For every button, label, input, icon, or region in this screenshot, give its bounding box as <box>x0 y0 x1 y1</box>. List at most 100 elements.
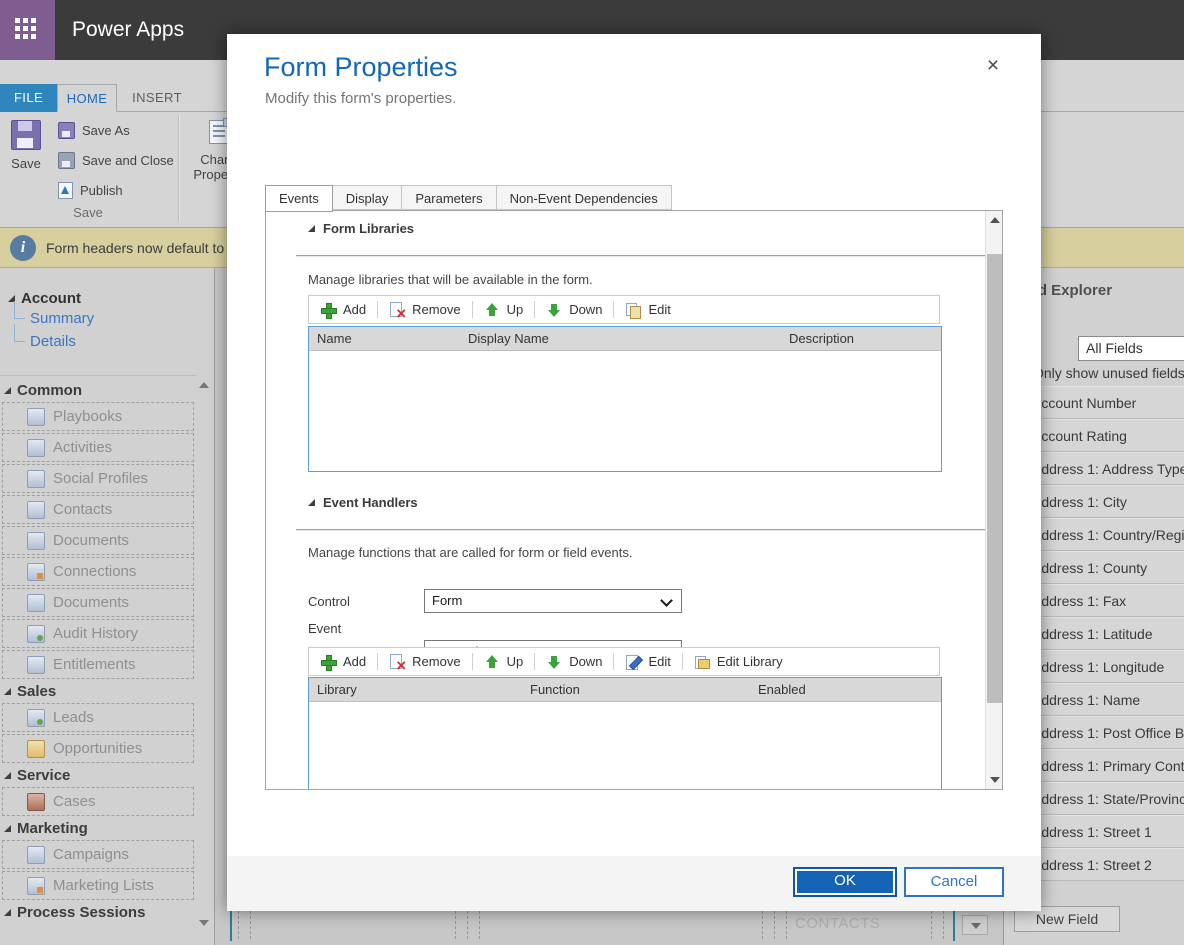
nav-item-activities[interactable]: Activities <box>2 433 194 462</box>
divider <box>296 529 991 531</box>
form-libraries-description: Manage libraries that will be available … <box>308 272 593 287</box>
canvas-dashed-line <box>762 911 763 939</box>
save-as-icon <box>58 122 75 139</box>
event-handlers-header[interactable]: Event Handlers <box>308 495 418 510</box>
tab-file[interactable]: FILE <box>0 84 57 112</box>
cancel-button[interactable]: Cancel <box>904 867 1004 897</box>
waffle-icon <box>15 18 39 42</box>
collapse-icon <box>4 825 11 832</box>
dialog-scrollbar[interactable] <box>985 211 1002 789</box>
save-as-button[interactable]: Save As <box>58 119 130 141</box>
contacts-icon <box>27 501 45 519</box>
up-button[interactable]: Up <box>473 648 535 675</box>
form-libraries-header[interactable]: Form Libraries <box>308 221 414 236</box>
nav-item-documents-2[interactable]: Documents <box>2 588 194 617</box>
down-button[interactable]: Down <box>535 648 613 675</box>
social-profiles-icon <box>27 470 45 488</box>
up-arrow-icon <box>484 654 500 670</box>
canvas-dashed-line <box>250 911 251 939</box>
close-icon[interactable]: × <box>980 54 1006 80</box>
nav-item-connections[interactable]: Connections <box>2 557 194 586</box>
nav-item-documents[interactable]: Documents <box>2 526 194 555</box>
divider <box>296 255 991 257</box>
edit-library-button[interactable]: Edit Library <box>683 648 794 675</box>
form-libraries-table[interactable]: Name Display Name Description <box>308 326 942 472</box>
section-process-sessions[interactable]: Process Sessions <box>0 902 196 922</box>
app-launcher-button[interactable] <box>0 0 55 60</box>
save-and-close-button[interactable]: Save and Close <box>58 149 174 171</box>
column-enabled: Enabled <box>758 682 806 697</box>
add-icon <box>320 654 336 670</box>
scroll-up-icon[interactable] <box>990 217 1000 223</box>
tab-display[interactable]: Display <box>333 185 403 210</box>
tab-home[interactable]: HOME <box>57 84 117 112</box>
nav-item-social-profiles[interactable]: Social Profiles <box>2 464 194 493</box>
nav-item-summary[interactable]: Summary <box>0 307 196 330</box>
tab-insert[interactable]: INSERT <box>117 84 197 112</box>
save-button[interactable]: Save <box>4 118 48 184</box>
publish-button[interactable]: Publish <box>58 179 123 201</box>
campaigns-icon <box>27 846 45 864</box>
scroll-down-icon[interactable] <box>990 777 1000 783</box>
nav-scroll-down-icon[interactable] <box>199 920 209 926</box>
screen: Power Apps FILE HOME INSERT Save Save As… <box>0 0 1184 945</box>
chevron-down-icon <box>660 594 673 607</box>
canvas-dashed-line <box>467 911 468 939</box>
add-button[interactable]: Add <box>309 648 377 675</box>
scrollbar-thumb[interactable] <box>987 254 1002 703</box>
section-marketing[interactable]: Marketing <box>0 818 196 838</box>
remove-icon <box>389 654 405 670</box>
nav-item-playbooks[interactable]: Playbooks <box>2 402 194 431</box>
event-handlers-description: Manage functions that are called for for… <box>308 545 632 560</box>
nav-item-audit-history[interactable]: Audit History <box>2 619 194 648</box>
ok-button[interactable]: OK <box>793 867 897 897</box>
nav-sections: Common Playbooks Activities Social Profi… <box>0 375 196 924</box>
collapse-icon <box>308 499 315 506</box>
control-select[interactable]: Form <box>424 589 682 613</box>
edit-icon <box>625 302 641 318</box>
section-common[interactable]: Common <box>0 380 196 400</box>
field-filter-select[interactable]: All Fields <box>1078 336 1184 361</box>
info-banner-text: Form headers now default to hi <box>46 228 239 268</box>
event-label: Event <box>308 621 341 636</box>
nav-item-leads[interactable]: Leads <box>2 703 194 732</box>
save-icon <box>11 120 41 150</box>
down-button[interactable]: Down <box>535 296 613 323</box>
canvas-section-edge <box>230 911 232 941</box>
table-header-row: Name Display Name Description <box>309 327 941 351</box>
nav-item-campaigns[interactable]: Campaigns <box>2 840 194 869</box>
table-header-row: Library Function Enabled <box>309 678 941 702</box>
section-sales[interactable]: Sales <box>0 681 196 701</box>
dialog-tab-strip: Events Display Parameters Non-Event Depe… <box>265 185 672 211</box>
account-section-header[interactable]: Account <box>0 290 196 307</box>
nav-item-details[interactable]: Details <box>0 330 196 353</box>
nav-item-contacts[interactable]: Contacts <box>2 495 194 524</box>
edit-button[interactable]: Edit <box>614 296 681 323</box>
tab-events[interactable]: Events <box>265 185 333 212</box>
edit-pencil-icon <box>625 654 641 670</box>
up-button[interactable]: Up <box>473 296 535 323</box>
down-arrow-icon <box>546 302 562 318</box>
tab-non-event-dependencies[interactable]: Non-Event Dependencies <box>497 185 672 210</box>
edit-button[interactable]: Edit <box>614 648 681 675</box>
remove-icon <box>389 302 405 318</box>
app-title: Power Apps <box>72 0 184 60</box>
event-handlers-table[interactable]: Library Function Enabled <box>308 677 942 790</box>
up-arrow-icon <box>484 302 500 318</box>
nav-scroll-up-icon[interactable] <box>199 382 209 388</box>
canvas-section-edge <box>953 911 955 941</box>
tab-parameters[interactable]: Parameters <box>402 185 496 210</box>
nav-item-cases[interactable]: Cases <box>2 787 194 816</box>
opportunities-icon <box>27 740 45 758</box>
add-button[interactable]: Add <box>309 296 377 323</box>
nav-item-entitlements[interactable]: Entitlements <box>2 650 194 679</box>
nav-item-opportunities[interactable]: Opportunities <box>2 734 194 763</box>
canvas-dropdown-button[interactable] <box>962 915 988 935</box>
canvas-dashed-line <box>943 911 944 939</box>
section-service[interactable]: Service <box>0 765 196 785</box>
remove-button[interactable]: Remove <box>378 648 471 675</box>
remove-button[interactable]: Remove <box>378 296 471 323</box>
nav-item-marketing-lists[interactable]: Marketing Lists <box>2 871 194 900</box>
collapse-icon <box>4 772 11 779</box>
documents-icon <box>27 594 45 612</box>
